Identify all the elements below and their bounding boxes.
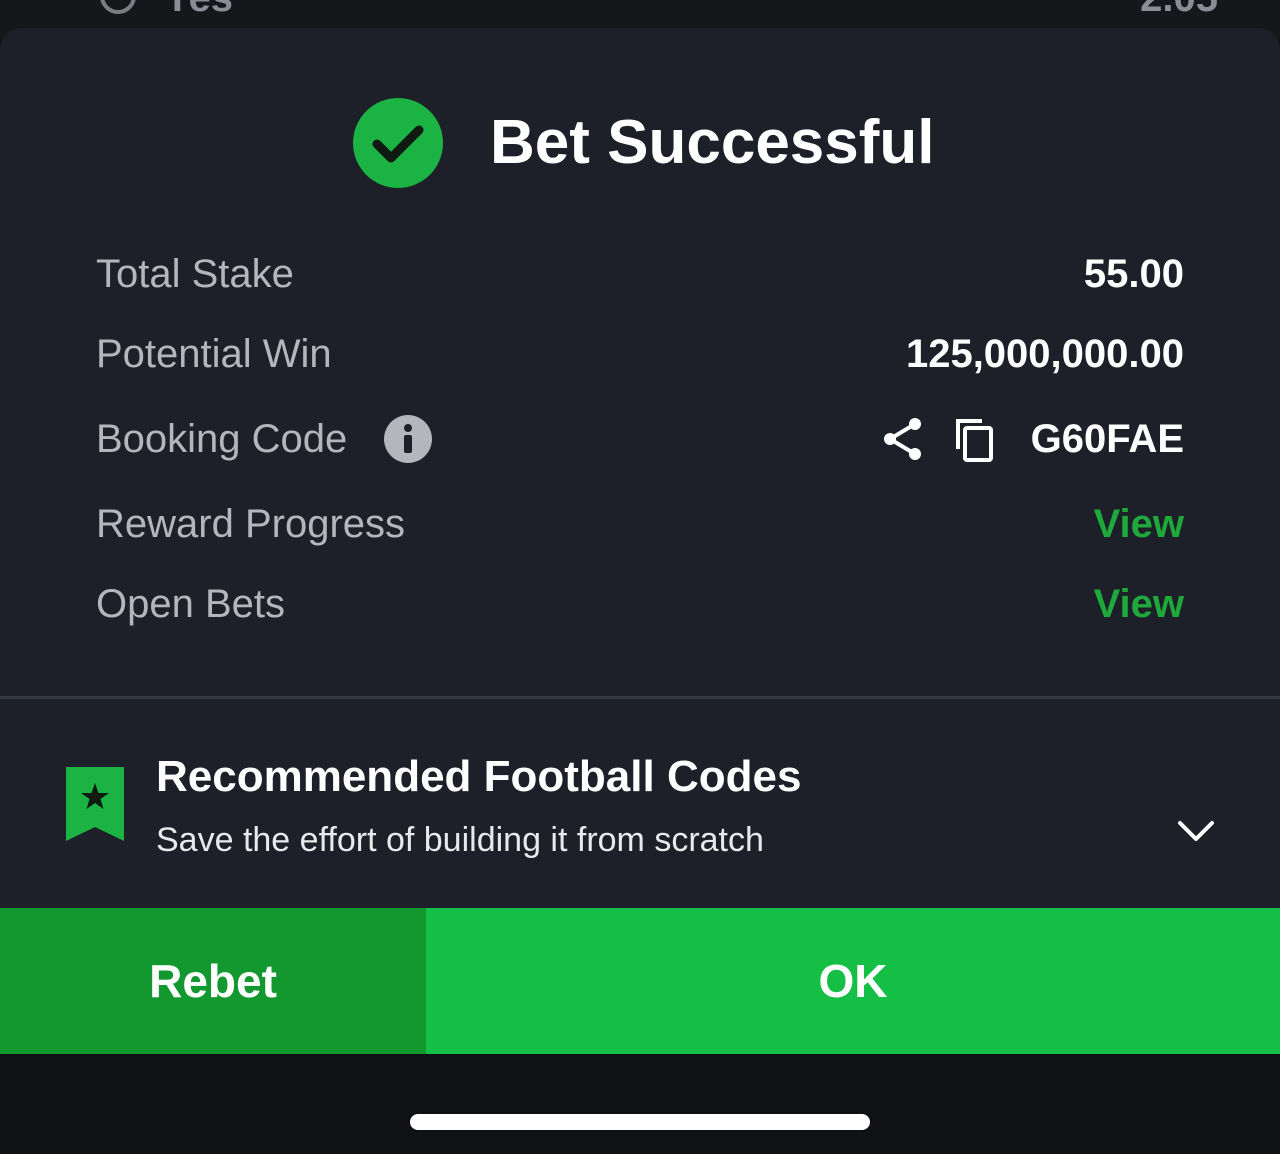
total-stake-row: Total Stake 55.00 <box>96 244 1184 304</box>
open-bets-label: Open Bets <box>96 582 286 626</box>
reward-progress-label: Reward Progress <box>96 502 406 546</box>
booking-code-row: Booking Code G60FAE <box>96 409 1184 469</box>
recommended-title: Recommended Football Codes <box>156 752 802 801</box>
ok-button[interactable]: OK <box>426 908 1280 1054</box>
potential-win-label: Potential Win <box>96 332 332 376</box>
page-title: Bet Successful <box>490 108 935 177</box>
action-buttons: Rebet OK <box>0 908 1280 1054</box>
bet-success-sheet: Bet Successful Total Stake 55.00 Potenti… <box>0 28 1280 1054</box>
info-icon[interactable] <box>384 415 432 463</box>
reward-progress-row: Reward Progress View <box>96 494 1184 554</box>
radio-icon <box>100 0 136 14</box>
potential-win-row: Potential Win 125,000,000.00 <box>96 324 1184 384</box>
booking-code-label: Booking Code <box>96 417 348 461</box>
recommended-subtitle: Save the effort of building it from scra… <box>156 821 764 859</box>
share-icon[interactable] <box>880 415 928 463</box>
reward-progress-view-link[interactable]: View <box>1094 494 1184 554</box>
copy-icon[interactable] <box>952 415 1000 463</box>
total-stake-label: Total Stake <box>96 252 294 296</box>
screen: Yes 2.05 Bet Successful Total Stake 55.0… <box>0 0 1280 1154</box>
home-indicator[interactable] <box>410 1114 870 1130</box>
open-bets-row: Open Bets View <box>96 574 1184 634</box>
checkmark-circle-icon <box>353 98 443 188</box>
potential-win-value: 125,000,000.00 <box>905 332 1184 376</box>
background-selection-label: Yes <box>164 0 233 21</box>
chevron-down-icon[interactable] <box>1176 811 1216 851</box>
total-stake-value: 55.00 <box>1083 252 1184 296</box>
booking-code-value: G60FAE <box>1030 417 1184 461</box>
open-bets-view-link[interactable]: View <box>1094 574 1184 634</box>
recommended-codes-panel[interactable]: Recommended Football Codes Save the effo… <box>0 699 1280 907</box>
rebet-button[interactable]: Rebet <box>0 908 426 1054</box>
bookmark-star-icon <box>66 767 124 841</box>
background-selection-odds: 2.05 <box>1140 0 1218 21</box>
success-header: Bet Successful <box>0 98 1280 188</box>
